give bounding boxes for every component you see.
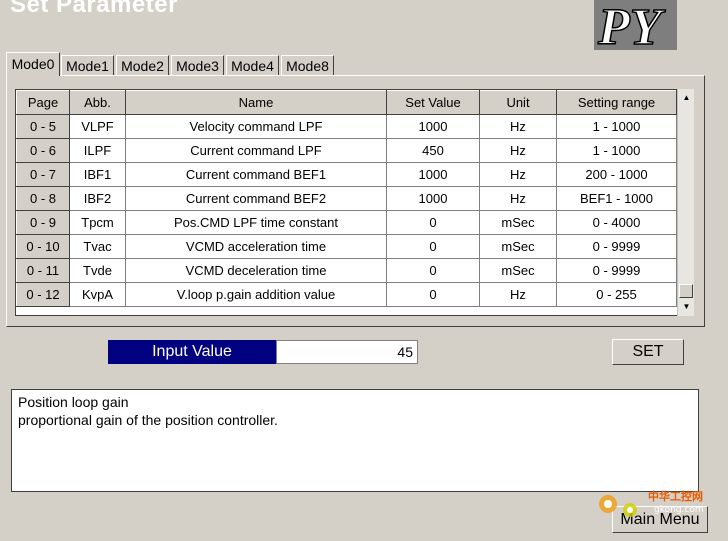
cell-unit: Hz	[479, 282, 557, 307]
table-row[interactable]: 0 - 8 IBF2 Current command BEF2 1000 Hz …	[16, 186, 677, 211]
scrollbar-thumb[interactable]	[679, 284, 693, 298]
cell-unit: mSec	[479, 234, 557, 259]
table-row[interactable]: 0 - 11 Tvde VCMD deceleration time 0 mSe…	[16, 258, 677, 283]
cell-abb: IBF1	[69, 162, 126, 187]
logo: PY	[594, 0, 677, 50]
cell-range: 1 - 1000	[556, 114, 677, 139]
cell-unit: mSec	[479, 210, 557, 235]
col-header-page[interactable]: Page	[16, 90, 70, 115]
col-header-setting-range[interactable]: Setting range	[556, 90, 677, 115]
cell-range: 0 - 9999	[556, 258, 677, 283]
cell-name: VCMD deceleration time	[125, 258, 387, 283]
table-row[interactable]: 0 - 12 KvpA V.loop p.gain addition value…	[16, 282, 677, 307]
cell-abb: Tvde	[69, 258, 126, 283]
cell-page: 0 - 5	[16, 114, 70, 139]
cell-abb: Tpcm	[69, 210, 126, 235]
cell-range: 0 - 255	[556, 282, 677, 307]
input-value-label: Input Value	[108, 340, 276, 364]
col-header-set-value[interactable]: Set Value	[386, 90, 480, 115]
tab-mode0[interactable]: Mode0	[6, 52, 60, 76]
table-vertical-scrollbar[interactable]: ▲ ▼	[677, 89, 694, 316]
tab-mode2[interactable]: Mode2	[116, 55, 169, 75]
table-row[interactable]: 0 - 5 VLPF Velocity command LPF 1000 Hz …	[16, 114, 677, 139]
input-value-field[interactable]	[276, 340, 418, 364]
table-header-row: Page Abb. Name Set Value Unit Setting ra…	[16, 90, 677, 115]
cell-name: Pos.CMD LPF time constant	[125, 210, 387, 235]
cell-set-value[interactable]: 1000	[386, 162, 480, 187]
cell-set-value[interactable]: 0	[386, 282, 480, 307]
cell-unit: Hz	[479, 138, 557, 163]
col-header-name[interactable]: Name	[125, 90, 387, 115]
cell-unit: Hz	[479, 114, 557, 139]
cell-page: 0 - 10	[16, 234, 70, 259]
table-row[interactable]: 0 - 10 Tvac VCMD acceleration time 0 mSe…	[16, 234, 677, 259]
cell-unit: mSec	[479, 258, 557, 283]
scroll-down-arrow-icon[interactable]: ▼	[680, 300, 693, 314]
cell-range: BEF1 - 1000	[556, 186, 677, 211]
cell-set-value[interactable]: 1000	[386, 186, 480, 211]
tab-mode4[interactable]: Mode4	[226, 55, 279, 75]
description-text: proportional gain of the position contro…	[18, 412, 278, 428]
cell-page: 0 - 8	[16, 186, 70, 211]
cell-name: Current command BEF1	[125, 162, 387, 187]
cell-page: 0 - 7	[16, 162, 70, 187]
cell-name: Current command BEF2	[125, 186, 387, 211]
cell-set-value[interactable]: 0	[386, 210, 480, 235]
cell-abb: Tvac	[69, 234, 126, 259]
description-title: Position loop gain	[18, 394, 129, 410]
cell-unit: Hz	[479, 186, 557, 211]
cell-name: VCMD acceleration time	[125, 234, 387, 259]
cell-range: 200 - 1000	[556, 162, 677, 187]
window-title: Set Parameter	[10, 0, 178, 18]
tab-mode8[interactable]: Mode8	[281, 55, 334, 75]
parameter-description-box: Position loop gain proportional gain of …	[11, 389, 699, 492]
cell-name: Current command LPF	[125, 138, 387, 163]
logo-text: PY	[597, 0, 666, 50]
parameter-table: Page Abb. Name Set Value Unit Setting ra…	[15, 89, 694, 316]
cell-name: Velocity command LPF	[125, 114, 387, 139]
cell-abb: KvpA	[69, 282, 126, 307]
cell-set-value[interactable]: 1000	[386, 114, 480, 139]
tab-mode1[interactable]: Mode1	[61, 55, 114, 75]
tab-mode3[interactable]: Mode3	[171, 55, 224, 75]
cell-abb: IBF2	[69, 186, 126, 211]
cell-range: 0 - 9999	[556, 234, 677, 259]
table-row[interactable]: 0 - 6 ILPF Current command LPF 450 Hz 1 …	[16, 138, 677, 163]
col-header-unit[interactable]: Unit	[479, 90, 557, 115]
scroll-up-arrow-icon[interactable]: ▲	[680, 91, 693, 105]
table-row[interactable]: 0 - 7 IBF1 Current command BEF1 1000 Hz …	[16, 162, 677, 187]
cell-range: 1 - 1000	[556, 138, 677, 163]
py-logo-icon: PY	[596, 0, 666, 50]
set-button[interactable]: SET	[612, 339, 684, 365]
cell-page: 0 - 12	[16, 282, 70, 307]
cell-page: 0 - 9	[16, 210, 70, 235]
cell-abb: VLPF	[69, 114, 126, 139]
cell-range: 0 - 4000	[556, 210, 677, 235]
main-menu-button[interactable]: Main Menu	[612, 506, 708, 533]
cell-page: 0 - 11	[16, 258, 70, 283]
cell-set-value[interactable]: 0	[386, 234, 480, 259]
table-row[interactable]: 0 - 9 Tpcm Pos.CMD LPF time constant 0 m…	[16, 210, 677, 235]
cell-name: V.loop p.gain addition value	[125, 282, 387, 307]
cell-set-value[interactable]: 450	[386, 138, 480, 163]
cell-unit: Hz	[479, 162, 557, 187]
cell-page: 0 - 6	[16, 138, 70, 163]
cell-abb: ILPF	[69, 138, 126, 163]
col-header-abb[interactable]: Abb.	[69, 90, 126, 115]
cell-set-value[interactable]: 0	[386, 258, 480, 283]
parameter-grid: Page Abb. Name Set Value Unit Setting ra…	[16, 90, 677, 307]
